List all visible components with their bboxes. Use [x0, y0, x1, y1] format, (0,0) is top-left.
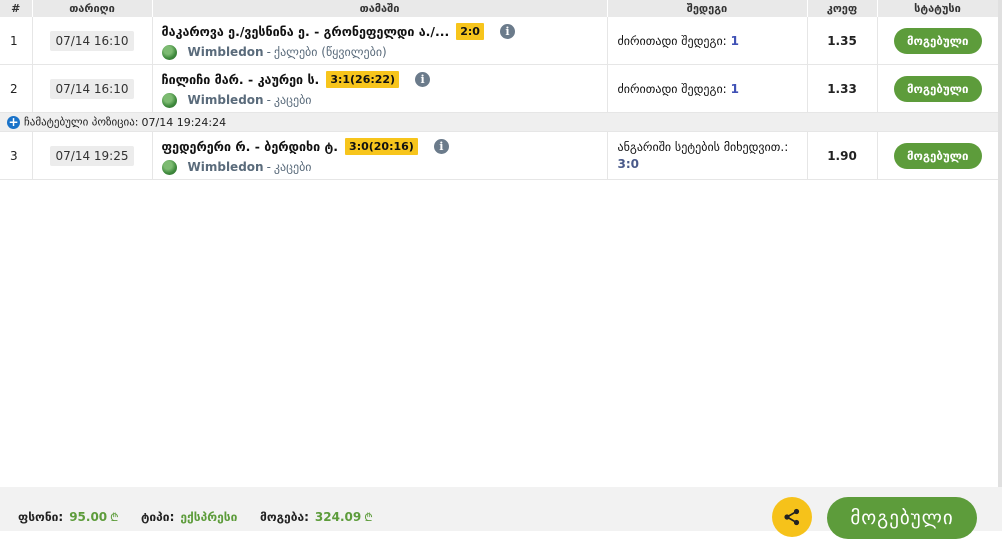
added-position-time: 07/14 19:24:24 [141, 115, 227, 129]
separator: - [266, 93, 271, 107]
result-value: 3:0 [617, 157, 640, 171]
date-cell: 07/14 19:25 [32, 131, 153, 180]
header-date: თარიღი [32, 0, 153, 17]
coef-value: 1.33 [807, 64, 878, 113]
result-label: ძირითადი შედეგი: [617, 33, 727, 48]
tennis-ball-icon [161, 44, 177, 60]
info-icon[interactable]: i [415, 71, 431, 87]
added-position-row: + ჩამატებული პოზიცია: 07/14 19:24:24 [0, 112, 998, 132]
date-cell: 07/14 16:10 [32, 64, 153, 113]
share-icon [784, 508, 800, 526]
coef-value: 1.90 [807, 131, 878, 180]
date-badge: 07/14 16:10 [49, 30, 135, 51]
date-badge: 07/14 16:10 [49, 78, 135, 99]
result-cell: ძირითადი შედეგი: 1 [607, 17, 808, 65]
status-cell: მოგებული [877, 131, 998, 180]
scrollbar[interactable] [998, 0, 1002, 487]
table-row: 3 07/14 19:25 ფედერერი რ. - ბერდიხი ტ. 3… [0, 131, 998, 180]
tournament-name: Wimbledon [187, 160, 264, 174]
added-position-label: ჩამატებული პოზიცია: [24, 115, 139, 129]
game-cell: ჩილიჩი მარ. - კაურეი ს. 3:1(26:22) i Wim… [152, 64, 608, 113]
row-num: 3 [0, 131, 33, 180]
info-icon[interactable]: i [499, 23, 515, 39]
bet-status-button[interactable]: მოგებული [827, 497, 977, 539]
plus-circle-icon[interactable]: + [7, 115, 20, 129]
status-cell: მოგებული [877, 17, 998, 65]
coef-value: 1.35 [807, 17, 878, 65]
type-stat: ტიპი: ექსპრესი [141, 510, 237, 524]
table-row: 2 07/14 16:10 ჩილიჩი მარ. - კაურეი ს. 3:… [0, 64, 998, 113]
result-value: 1 [730, 81, 739, 96]
stake-value: 95.00 [69, 510, 108, 524]
result-cell: ძირითადი შედეგი: 1 [607, 64, 808, 113]
date-cell: 07/14 16:10 [32, 17, 153, 65]
win-stat: მოგება: 324.09 ₾ [260, 510, 373, 525]
win-label: მოგება: [260, 510, 309, 524]
share-button[interactable] [772, 497, 812, 537]
score-badge: 3:1(26:22) [326, 70, 400, 88]
table-row: 1 07/14 16:10 მაკაროვა ე./ვესნინა ე. - გ… [0, 17, 998, 65]
header-status: სტატუსი [877, 0, 999, 17]
row-num: 2 [0, 64, 33, 113]
score-badge: 3:0(20:16) [345, 137, 418, 155]
separator: - [266, 160, 271, 174]
stake-label: ფსონი: [18, 510, 64, 524]
tournament-name: Wimbledon [187, 93, 264, 107]
match-name[interactable]: ფედერერი რ. - ბერდიხი ტ. [162, 139, 339, 154]
result-label: ანგარიში სეტების მიხედვით.: [617, 140, 789, 154]
header-game: თამაში [152, 0, 608, 17]
game-cell: მაკაროვა ე./ვესნინა ე. - გრონეფელდი ა./.… [152, 17, 608, 65]
row-num: 1 [0, 17, 33, 65]
tennis-ball-icon [161, 92, 177, 108]
match-name[interactable]: ჩილიჩი მარ. - კაურეი ს. [162, 72, 320, 87]
win-value: 324.09 [314, 510, 362, 524]
header-num: # [0, 0, 33, 17]
bets-table: # თარიღი თამაში შედეგი კოეფ სტატუსი 1 07… [0, 0, 999, 180]
status-badge: მოგებული [893, 75, 982, 102]
type-value: ექსპრესი [180, 510, 238, 524]
status-badge: მოგებული [893, 27, 982, 54]
result-value: 1 [730, 33, 739, 48]
score-badge: 2:0 [456, 22, 484, 40]
bet-summary-footer: ფსონი: 95.00 ₾ ტიპი: ექსპრესი მოგება: 324.09… [0, 487, 1002, 539]
category-name: კაცები [273, 160, 312, 174]
match-name[interactable]: მაკაროვა ე./ვესნინა ე. - გრონეფელდი ა./.… [162, 24, 450, 39]
result-cell: ანგარიში სეტების მიხედვით.: 3:0 [607, 131, 808, 180]
result-label: ძირითადი შედეგი: [617, 81, 727, 96]
date-badge: 07/14 19:25 [49, 145, 135, 166]
type-label: ტიპი: [141, 510, 175, 524]
currency-symbol: ₾ [110, 511, 119, 524]
separator: - [266, 45, 271, 59]
category-name: ქალები (წყვილები) [273, 45, 387, 59]
currency-symbol: ₾ [364, 511, 373, 524]
game-cell: ფედერერი რ. - ბერდიხი ტ. 3:0(20:16) i Wi… [152, 131, 608, 180]
stake-stat: ფსონი: 95.00 ₾ [18, 510, 119, 525]
status-cell: მოგებული [877, 64, 998, 113]
table-header-row: # თარიღი თამაში შედეგი კოეფ სტატუსი [0, 0, 999, 17]
added-position-cell: + ჩამატებული პოზიცია: 07/14 19:24:24 [0, 112, 998, 132]
header-result: შედეგი [607, 0, 808, 17]
status-badge: მოგებული [893, 142, 982, 169]
header-coef: კოეფ [807, 0, 878, 17]
tennis-ball-icon [161, 159, 177, 175]
category-name: კაცები [273, 93, 312, 107]
info-icon[interactable]: i [433, 138, 449, 154]
tournament-name: Wimbledon [187, 45, 264, 59]
